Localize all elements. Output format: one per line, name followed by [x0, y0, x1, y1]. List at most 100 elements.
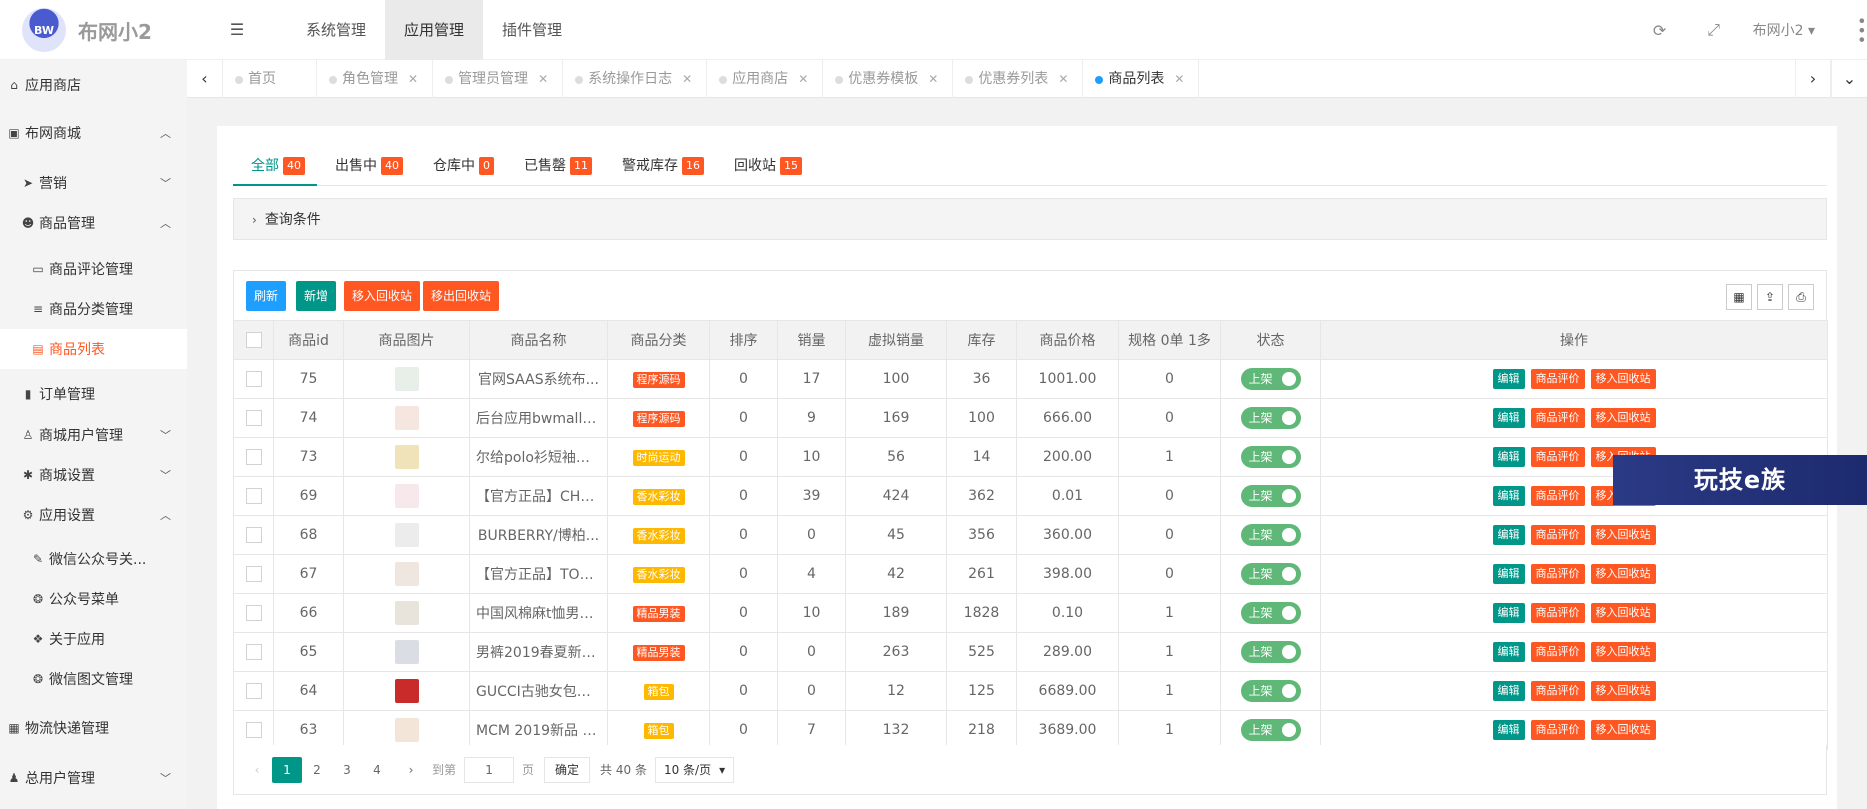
close-icon[interactable]: ✕ [538, 72, 548, 86]
recycle-button[interactable]: 移入回收站 [1590, 642, 1656, 662]
page-1[interactable]: 1 [272, 756, 302, 783]
row-checkbox[interactable] [245, 644, 262, 660]
user-menu[interactable]: 布网小2 ▾ [1753, 20, 1815, 40]
table-row[interactable]: 64 GUCCI古驰女包双... 箱包 0 0 12 125 6689.00 1 上架 编辑 商品评价… [233, 671, 1828, 711]
edit-button[interactable]: 编辑 [1492, 369, 1525, 389]
edit-button[interactable]: 编辑 [1492, 447, 1525, 467]
goods-thumbnail[interactable] [394, 406, 419, 430]
goods-review-button[interactable]: 商品评价 [1530, 369, 1585, 389]
move-out-recycle-button[interactable]: 移出回收站 [423, 281, 500, 311]
close-icon[interactable]: ✕ [682, 72, 692, 86]
edit-button[interactable]: 编辑 [1492, 681, 1525, 701]
tab-coupon-templates[interactable]: 优惠券模板 ✕ [823, 60, 954, 98]
status-tab-all[interactable]: 全部 40 [233, 146, 317, 186]
tab-roles[interactable]: 角色管理 ✕ [317, 60, 434, 98]
sidebar-item-logistics[interactable]: ▦ 物流快递管理 [0, 708, 187, 748]
top-nav-system[interactable]: 系统管理 [287, 0, 385, 60]
tabs-scroll-right-icon[interactable]: › [1795, 60, 1831, 98]
edit-button[interactable]: 编辑 [1492, 564, 1525, 584]
recycle-button[interactable]: 移入回收站 [1590, 720, 1656, 740]
row-checkbox[interactable] [245, 488, 262, 504]
close-icon[interactable]: ✕ [928, 72, 938, 86]
row-checkbox[interactable] [245, 410, 262, 426]
recycle-button[interactable]: 移入回收站 [1590, 369, 1656, 389]
goods-thumbnail[interactable] [394, 601, 419, 625]
goods-thumbnail[interactable] [394, 484, 419, 508]
goods-review-button[interactable]: 商品评价 [1530, 720, 1585, 740]
status-toggle[interactable]: 上架 [1240, 563, 1301, 585]
table-row[interactable]: 69 【官方正品】CHA... 香水彩妆 0 39 424 362 0.01 0 上架 编辑 商品评价… [233, 476, 1828, 516]
goods-thumbnail[interactable] [394, 523, 419, 547]
fullscreen-icon[interactable]: ⤢ [1687, 20, 1741, 40]
print-icon[interactable]: ⎙ [1788, 284, 1814, 310]
sidebar-item-goods-categories[interactable]: ≡ 商品分类管理 [0, 289, 187, 329]
row-checkbox[interactable] [245, 371, 262, 387]
columns-icon[interactable]: ▦ [1726, 284, 1752, 310]
status-tab-warehouse[interactable]: 仓库中 0 [415, 146, 506, 186]
edit-button[interactable]: 编辑 [1492, 642, 1525, 662]
status-toggle[interactable]: 上架 [1240, 407, 1301, 429]
goods-thumbnail[interactable] [394, 562, 419, 586]
sidebar-item-mall[interactable]: ▣ 布网商城 ︿ [0, 113, 187, 153]
top-nav-plugins[interactable]: 插件管理 [483, 0, 581, 60]
status-toggle[interactable]: 上架 [1240, 719, 1301, 741]
goods-review-button[interactable]: 商品评价 [1530, 681, 1585, 701]
sidebar-item-about-app[interactable]: ❖ 关于应用 [0, 619, 187, 659]
sidebar-item-wechat-articles[interactable]: ❂ 微信图文管理 [0, 659, 187, 699]
recycle-button[interactable]: 移入回收站 [1590, 603, 1656, 623]
table-row[interactable]: 74 后台应用bwmall（... 程序源码 0 9 169 100 666.00 0 上架 编辑商… [233, 398, 1828, 438]
table-row[interactable]: 65 男裤2019春夏新款... 精品男装 0 0 263 525 289.00 1 上架 编辑 商品… [233, 632, 1828, 672]
row-checkbox[interactable] [245, 605, 262, 621]
goods-thumbnail[interactable] [394, 445, 419, 469]
add-button[interactable]: 新增 [296, 281, 337, 311]
page-size-select[interactable]: 10 条/页 ▾ [654, 756, 735, 783]
sidebar-item-wechat-account[interactable]: ✎ 微信公众号关... [0, 539, 187, 579]
close-icon[interactable]: ✕ [408, 72, 418, 86]
close-icon[interactable]: ✕ [798, 72, 808, 86]
recycle-button[interactable]: 移入回收站 [1590, 525, 1656, 545]
close-icon[interactable]: ✕ [1058, 72, 1068, 86]
goods-review-button[interactable]: 商品评价 [1530, 564, 1585, 584]
tab-goods-list[interactable]: 商品列表 ✕ [1083, 60, 1200, 98]
sidebar-item-goods-comments[interactable]: ▭ 商品评论管理 [0, 249, 187, 289]
tab-app-store[interactable]: 应用商店 ✕ [707, 60, 824, 98]
table-row[interactable]: 66 中国风棉麻t恤男装... 精品男装 0 10 189 1828 0.10 1 上架 编辑 商品评… [233, 593, 1828, 633]
select-all-checkbox[interactable] [245, 332, 262, 348]
edit-button[interactable]: 编辑 [1492, 603, 1525, 623]
goods-review-button[interactable]: 商品评价 [1530, 408, 1585, 428]
page-3[interactable]: 3 [332, 757, 362, 783]
sidebar-item-all-users[interactable]: ♟ 总用户管理 ﹀ [0, 758, 187, 798]
sidebar-item-marketing[interactable]: ➤ 营销 ﹀ [0, 163, 187, 203]
sidebar-item-mall-users[interactable]: ♙ 商城用户管理 ﹀ [0, 415, 187, 455]
sidebar-item-app-settings[interactable]: ⚙ 应用设置 ︿ [0, 495, 187, 535]
goods-thumbnail[interactable] [394, 367, 419, 391]
sidebar-item-mall-settings[interactable]: ✱ 商城设置 ﹀ [0, 455, 187, 495]
status-toggle[interactable]: 上架 [1240, 680, 1301, 702]
status-tab-on-sale[interactable]: 出售中 40 [317, 146, 415, 186]
tab-admins[interactable]: 管理员管理 ✕ [433, 60, 564, 98]
goods-thumbnail[interactable] [394, 718, 419, 742]
goods-review-button[interactable]: 商品评价 [1530, 486, 1585, 506]
status-tab-recycle[interactable]: 回收站 15 [716, 146, 814, 186]
recycle-button[interactable]: 移入回收站 [1590, 564, 1656, 584]
recycle-button[interactable]: 移入回收站 [1590, 681, 1656, 701]
tab-system-log[interactable]: 系统操作日志 ✕ [563, 60, 708, 98]
edit-button[interactable]: 编辑 [1492, 486, 1525, 506]
row-checkbox[interactable] [245, 449, 262, 465]
page-number-input[interactable]: 1 [464, 756, 515, 783]
move-to-recycle-button[interactable]: 移入回收站 [344, 281, 421, 311]
table-row[interactable]: 68 BURBERRY/博柏... 香水彩妆 0 0 45 356 360.00 0 上架 编辑 商品… [233, 515, 1828, 555]
row-checkbox[interactable] [245, 683, 262, 699]
status-toggle[interactable]: 上架 [1240, 602, 1301, 624]
status-toggle[interactable]: 上架 [1240, 524, 1301, 546]
query-collapse[interactable]: › 查询条件 [233, 198, 1827, 240]
sidebar-item-wechat-menu[interactable]: ❂ 公众号菜单 [0, 579, 187, 619]
recycle-button[interactable]: 移入回收站 [1590, 408, 1656, 428]
page-4[interactable]: 4 [362, 757, 392, 783]
refresh-icon[interactable]: ⟳ [1633, 21, 1687, 40]
export-icon[interactable]: ⇪ [1757, 284, 1783, 310]
goods-thumbnail[interactable] [394, 679, 419, 703]
table-row[interactable]: 75 官网SAAS系统布... 程序源码 0 17 100 36 1001.00 0 上架 编辑 商品… [233, 359, 1828, 399]
status-toggle[interactable]: 上架 [1240, 368, 1301, 390]
row-checkbox[interactable] [245, 722, 262, 738]
